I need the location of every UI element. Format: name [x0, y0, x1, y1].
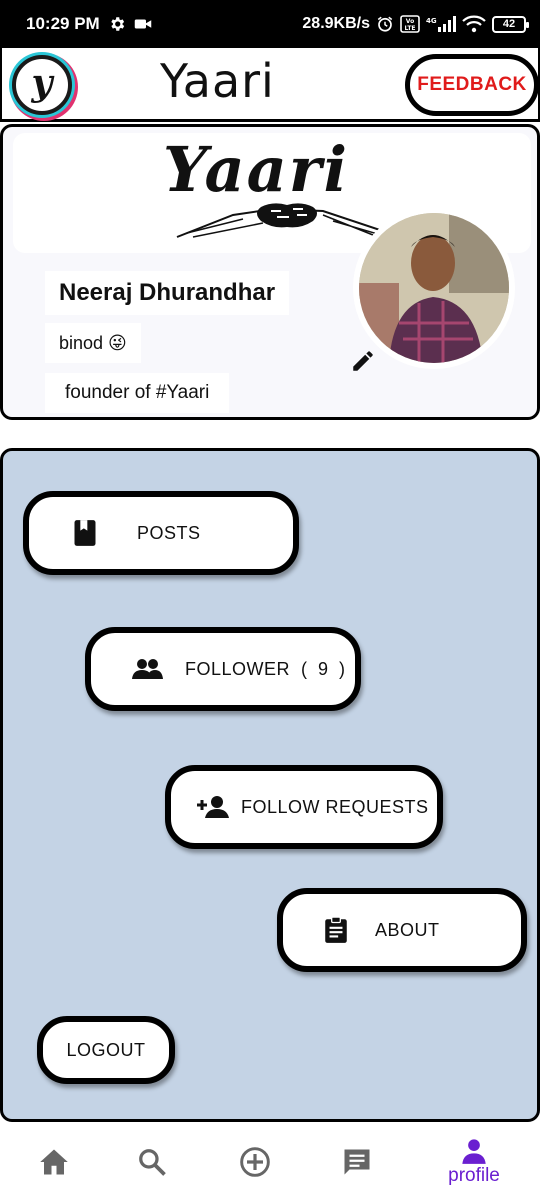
bottom-navigation: profile [0, 1124, 540, 1200]
svg-text:Vo: Vo [406, 18, 414, 25]
svg-text:4G: 4G [426, 17, 437, 25]
battery-icon: 42 [492, 15, 529, 33]
settings-gear-icon [108, 15, 126, 33]
feedback-button[interactable]: FEEDBACK [405, 54, 539, 116]
profile-card: Yaari Neeraj Dhurandhar binod 😜 founder … [0, 124, 540, 420]
wifi-icon [462, 15, 486, 33]
profile-status: binod 😜 [45, 323, 141, 363]
nav-home[interactable] [0, 1124, 108, 1200]
app-logo[interactable]: y [12, 55, 72, 115]
follower-label: FOLLOWER [185, 658, 291, 679]
svg-text:LTE: LTE [404, 25, 415, 32]
banner-logo-text: Yaari [163, 133, 350, 206]
chat-icon [344, 1149, 370, 1175]
nav-profile-label: profile [448, 1165, 500, 1186]
follow-requests-label: FOLLOW REQUESTS [241, 796, 429, 817]
nav-profile[interactable]: profile [420, 1124, 528, 1200]
about-button[interactable]: ABOUT [277, 888, 527, 972]
edit-profile-button[interactable] [347, 345, 379, 377]
book-icon [73, 519, 97, 547]
nav-search[interactable] [98, 1124, 206, 1200]
status-time: 10:29 PM [26, 14, 100, 33]
about-label: ABOUT [375, 919, 440, 940]
pencil-icon [353, 351, 373, 371]
logout-button[interactable]: LOGOUT [37, 1016, 175, 1084]
app-title: Yaari [160, 54, 275, 108]
profile-photo [359, 213, 509, 363]
posts-button[interactable]: POSTS [23, 491, 299, 575]
home-icon [40, 1149, 68, 1175]
follower-button[interactable]: FOLLOWER ( 9 ) [85, 627, 361, 711]
video-camera-icon [134, 17, 152, 31]
search-icon [139, 1149, 166, 1176]
nav-chat[interactable] [303, 1124, 411, 1200]
follow-requests-button[interactable]: FOLLOW REQUESTS [165, 765, 443, 849]
alarm-icon [376, 15, 394, 33]
network-speed: 28.9KB/s [302, 15, 370, 32]
person-add-icon [195, 795, 229, 819]
follower-count: ( 9 ) [301, 658, 349, 679]
profile-bio: founder of #Yaari [45, 373, 230, 413]
nav-add-post[interactable] [201, 1124, 309, 1200]
person-icon [462, 1139, 486, 1164]
profile-menu-panel: POSTS FOLLOWER ( 9 ) FOLLOW REQUESTS ABO… [0, 448, 540, 1122]
add-circle-icon [240, 1147, 270, 1177]
volte-icon: Vo LTE [400, 15, 420, 33]
clipboard-icon [323, 916, 349, 944]
posts-label: POSTS [137, 522, 201, 543]
status-bar: 10:29 PM 28.9KB/s Vo LTE 4G 42 [0, 0, 540, 48]
group-icon [131, 658, 163, 680]
app-logo-letter: y [31, 62, 53, 104]
handshake-illustration [176, 203, 389, 238]
profile-name: Neeraj Dhurandhar [45, 271, 290, 315]
signal-4g-icon: 4G [426, 15, 456, 33]
app-bar: y Yaari FEEDBACK [0, 48, 540, 122]
